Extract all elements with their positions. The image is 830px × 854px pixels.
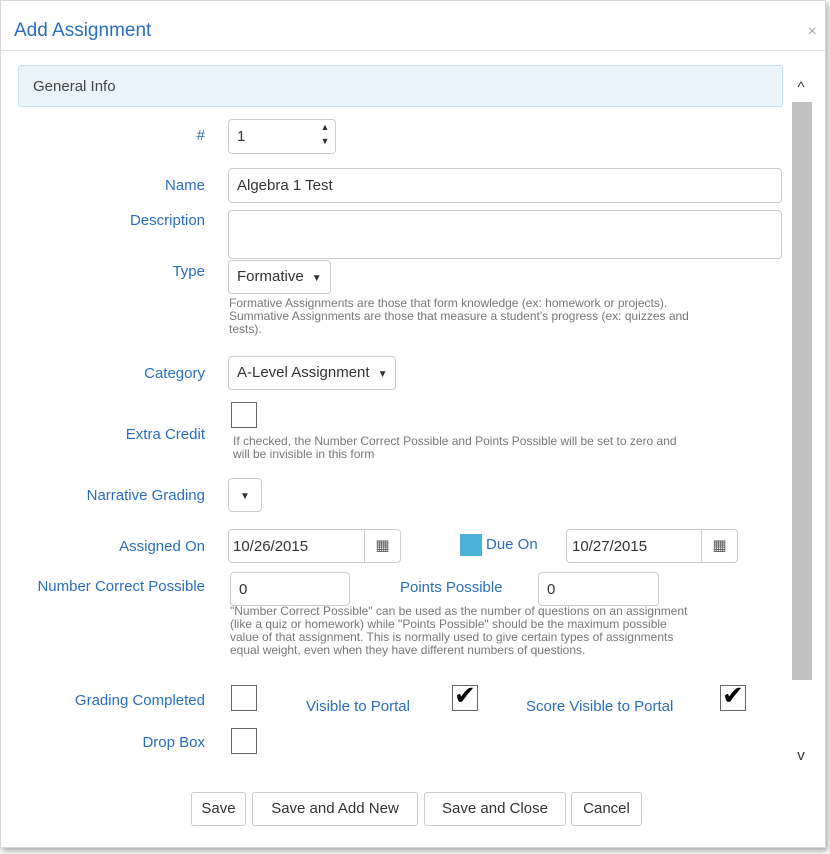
grading-completed-checkbox[interactable] — [231, 685, 257, 711]
points-possible-input[interactable] — [538, 572, 659, 606]
number-down-icon[interactable]: ▼ — [319, 136, 331, 146]
chevron-down-icon: ▼ — [311, 273, 322, 284]
cancel-button[interactable]: Cancel — [571, 792, 642, 826]
name-input[interactable] — [228, 168, 782, 203]
score-visible-to-portal-label: Score Visible to Portal — [526, 698, 674, 715]
type-label: Type — [172, 263, 205, 280]
calendar-icon[interactable]: ▦ — [702, 529, 738, 563]
category-value: A-Level Assignment — [237, 364, 370, 381]
scroll-thumb[interactable] — [792, 102, 812, 680]
assigned-on-label: Assigned On — [119, 538, 205, 555]
points-possible-label: Points Possible — [400, 579, 503, 596]
due-on-label: Due On — [486, 536, 538, 553]
chevron-down-icon: ▼ — [377, 369, 388, 380]
assigned-on-input[interactable] — [228, 529, 365, 563]
dialog-title: Add Assignment — [14, 20, 152, 41]
scrollbar[interactable]: ^ v — [790, 65, 812, 775]
visible-to-portal-checkbox[interactable]: ✔ — [452, 680, 478, 711]
checkmark-icon: ✔ — [722, 680, 744, 710]
number-correct-possible-input[interactable] — [230, 572, 350, 606]
calendar-icon[interactable]: ▦ — [365, 529, 401, 563]
due-on-input[interactable] — [566, 529, 702, 563]
scroll-up-icon[interactable]: ^ — [790, 79, 812, 99]
drop-box-checkbox[interactable] — [231, 728, 257, 754]
visible-to-portal-label: Visible to Portal — [306, 698, 410, 715]
extra-credit-checkbox[interactable] — [231, 402, 257, 428]
extra-credit-label: Extra Credit — [125, 426, 205, 443]
points-hint-line: equal weight, even when they have differ… — [230, 643, 586, 657]
description-textarea[interactable] — [228, 210, 782, 259]
number-up-icon[interactable]: ▲ — [319, 122, 331, 132]
type-hint-line: Summative Assignments are those that mea… — [229, 309, 689, 323]
due-color-swatch — [460, 534, 482, 556]
number-correct-possible-label: Number Correct Possible — [37, 578, 205, 595]
close-icon[interactable]: × — [808, 23, 817, 41]
number-label: # — [196, 127, 205, 144]
save-and-add-new-button[interactable]: Save and Add New — [252, 792, 418, 826]
chevron-down-icon: ▼ — [240, 491, 250, 502]
category-select[interactable]: A-Level Assignment ▼ — [228, 356, 397, 390]
type-hint: Formative Assignments are those that for… — [229, 297, 689, 336]
scroll-down-icon[interactable]: v — [790, 747, 812, 767]
category-label: Category — [144, 365, 205, 382]
narrative-grading-label: Narrative Grading — [86, 487, 205, 504]
checkmark-icon: ✔ — [454, 680, 476, 710]
extra-credit-hint: If checked, the Number Correct Possible … — [233, 435, 677, 461]
name-label: Name — [164, 177, 205, 194]
general-info-header[interactable]: General Info — [18, 65, 783, 107]
grading-completed-label: Grading Completed — [74, 692, 205, 709]
score-visible-to-portal-checkbox[interactable]: ✔ — [720, 680, 746, 711]
save-and-close-button[interactable]: Save and Close — [424, 792, 566, 826]
points-possible-hint: "Number Correct Possible" can be used as… — [230, 605, 687, 657]
save-button[interactable]: Save — [191, 792, 246, 826]
narrative-grading-select[interactable]: ▼ — [228, 478, 262, 512]
type-select[interactable]: Formative ▼ — [228, 260, 331, 294]
type-value: Formative — [237, 268, 304, 285]
extra-credit-hint-line: will be invisible in this form — [233, 447, 375, 461]
type-hint-line: tests). — [229, 322, 262, 336]
section-title: General Info — [33, 78, 116, 95]
drop-box-label: Drop Box — [142, 734, 205, 751]
add-assignment-dialog: Add Assignment × General Info ^ v # ▲ ▼ … — [0, 0, 826, 848]
dialog-title-bar: Add Assignment × — [1, 1, 825, 51]
description-label: Description — [129, 212, 205, 229]
